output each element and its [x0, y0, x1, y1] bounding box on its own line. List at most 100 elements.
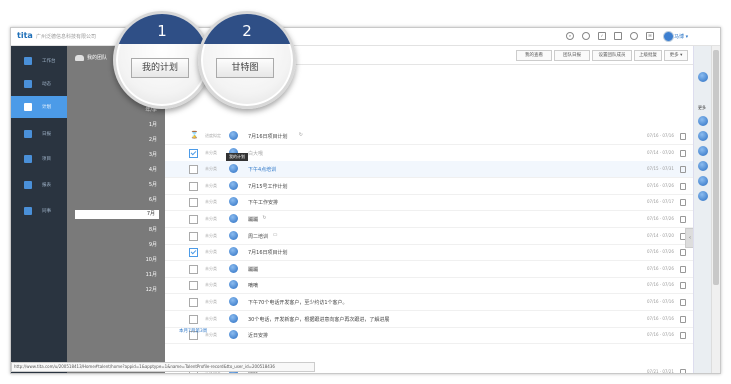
nav-item-colleagues[interactable]: 同事 [11, 200, 67, 222]
attachment-icon[interactable] [680, 182, 686, 190]
plan-row[interactable]: 未分类 周二培训 ▭ 07/14 · 07/20 [165, 228, 693, 245]
month-item[interactable]: 4月 [77, 166, 157, 173]
attachment-icon[interactable] [680, 199, 686, 207]
plan-title[interactable]: 下午70个电话开发客户，至少约访1个客户。 [248, 299, 348, 306]
plan-checkbox[interactable] [189, 231, 198, 241]
plan-row[interactable]: 未分类 7月15号工作计划 07/16 · 07/26 [165, 178, 693, 195]
plan-row[interactable]: ⌛ 进度拟定 7月16日项目计划 ↻ 07/16 · 07/16 [165, 128, 693, 145]
calendar-icon[interactable] [614, 32, 622, 40]
team-header[interactable]: 我的团队 [75, 54, 107, 61]
month-item[interactable]: 9月 [77, 241, 157, 248]
superior-reply-button[interactable]: 上级批复 [634, 50, 662, 61]
user-menu[interactable]: 马博 ▾ [674, 33, 688, 40]
attachment-icon[interactable] [680, 315, 686, 323]
plan-title[interactable]: 蹦蹦 [248, 216, 258, 223]
attachment-icon[interactable] [680, 249, 686, 257]
plan-title[interactable]: 白大哦 [248, 150, 263, 157]
owner-avatar[interactable] [229, 280, 238, 290]
owner-avatar[interactable] [229, 164, 238, 174]
my-view-button[interactable]: 我的查看 [516, 50, 552, 61]
attachment-icon[interactable] [680, 166, 686, 174]
plan-title[interactable]: 7月16日项目计划 [248, 133, 288, 140]
plan-checkbox[interactable] [189, 148, 198, 158]
clock-icon[interactable] [630, 32, 638, 40]
plan-title[interactable]: 蹦蹦 [248, 266, 258, 273]
month-item[interactable]: 6月 [77, 196, 157, 203]
nav-item-workbench[interactable]: 工作台 [11, 50, 67, 72]
plan-row[interactable]: 未分类 嘀嘀 07/16 · 07/16 [165, 277, 693, 295]
plan-title[interactable]: 嘀嘀 [248, 282, 258, 289]
nav-item-daily-report[interactable]: 日报 [11, 123, 67, 145]
nav-item-plan[interactable]: 计划 [11, 96, 67, 118]
owner-avatar[interactable] [229, 313, 238, 323]
plan-title[interactable]: 近日安排 [248, 332, 268, 339]
member-avatar[interactable] [698, 116, 708, 126]
owner-avatar[interactable] [229, 263, 238, 273]
member-avatar[interactable] [698, 176, 708, 186]
mail-icon[interactable]: ✉ [646, 32, 654, 40]
month-item[interactable]: 1月 [77, 121, 157, 128]
checklist-icon[interactable]: ✓ [598, 32, 606, 40]
member-avatar[interactable] [698, 191, 708, 201]
user-avatar[interactable] [663, 31, 674, 42]
month-item[interactable]: 8月 [77, 226, 157, 233]
location-icon[interactable] [582, 32, 590, 40]
nav-item-reports[interactable]: 报表 [11, 174, 67, 196]
month-item[interactable]: 11月 [77, 271, 157, 278]
nav-item-project[interactable]: 项目 [11, 148, 67, 170]
year-quarter-toggle[interactable]: 年/季 [77, 106, 157, 113]
member-avatar[interactable] [698, 131, 708, 141]
owner-avatar[interactable] [229, 230, 238, 240]
plan-row[interactable]: 未分类 近日安排 07/16 · 07/16 [165, 327, 693, 345]
month-item[interactable]: 10月 [77, 256, 157, 263]
attachment-icon[interactable] [680, 369, 686, 373]
plan-checkbox[interactable] [189, 248, 198, 258]
gantt-tab-zoomed[interactable]: 甘特图 [216, 58, 274, 78]
plan-title[interactable]: 7月16日项目计划 [248, 249, 288, 256]
month-item[interactable]: 3月 [77, 151, 157, 158]
attachment-icon[interactable] [680, 282, 686, 290]
team-daily-button[interactable]: 团队日报 [554, 50, 590, 61]
plan-row[interactable]: 未分类 下午70个电话开发客户，至少约访1个客户。 07/16 · 07/16 [165, 294, 693, 311]
attachment-icon[interactable] [680, 216, 686, 223]
plan-checkbox[interactable] [189, 198, 198, 208]
attachment-icon[interactable] [680, 133, 686, 140]
owner-avatar[interactable] [229, 131, 238, 140]
owner-avatar[interactable] [229, 247, 238, 257]
month-item-selected[interactable]: 7月 [75, 210, 159, 219]
attachment-icon[interactable] [680, 265, 686, 273]
plan-row[interactable]: 未分类 蹦蹦 07/16 · 07/26 [165, 261, 693, 278]
attachment-icon[interactable] [680, 149, 686, 157]
plan-row[interactable]: 未分类 蹦蹦 ↻ 07/16 · 07/26 [165, 211, 693, 228]
owner-avatar[interactable] [229, 330, 238, 340]
owner-avatar[interactable] [229, 214, 238, 223]
plan-checkbox[interactable] [189, 165, 198, 175]
owner-avatar[interactable] [229, 297, 238, 306]
vertical-scrollbar[interactable] [711, 46, 720, 373]
plan-title[interactable]: 下午4点培训 [248, 166, 276, 173]
my-plan-tab-zoomed[interactable]: 我的计划 [131, 58, 189, 78]
plan-title[interactable]: 下午工作安排 [248, 199, 278, 206]
plan-checkbox[interactable] [189, 264, 198, 274]
plan-checkbox[interactable] [189, 314, 198, 324]
attachment-icon[interactable] [680, 299, 686, 306]
in-progress-icon[interactable]: ⌛ [190, 131, 199, 139]
owner-avatar[interactable] [229, 180, 238, 190]
owner-avatar[interactable] [229, 197, 238, 207]
plan-checkbox[interactable] [189, 181, 198, 191]
search-icon[interactable]: ⌕ [566, 32, 574, 40]
member-avatar[interactable] [698, 72, 708, 82]
team-members-button[interactable]: 设置团队成员 [592, 50, 632, 61]
more-button[interactable]: 更多 ▾ [664, 50, 688, 61]
month-item[interactable]: 2月 [77, 136, 157, 143]
member-avatar[interactable] [698, 161, 708, 171]
plan-row[interactable]: 未分类 下午4点培训 07/15 · 07/31 [165, 161, 693, 179]
plan-title[interactable]: 周二培训 [248, 233, 268, 240]
app-logo[interactable]: tita [17, 31, 33, 40]
plan-checkbox[interactable] [189, 215, 198, 224]
plan-title[interactable]: 7月15号工作计划 [248, 183, 288, 190]
month-item[interactable]: 5月 [77, 181, 157, 188]
month-item[interactable]: 12月 [77, 286, 157, 293]
attachment-icon[interactable] [680, 332, 686, 340]
member-avatar[interactable] [698, 146, 708, 156]
